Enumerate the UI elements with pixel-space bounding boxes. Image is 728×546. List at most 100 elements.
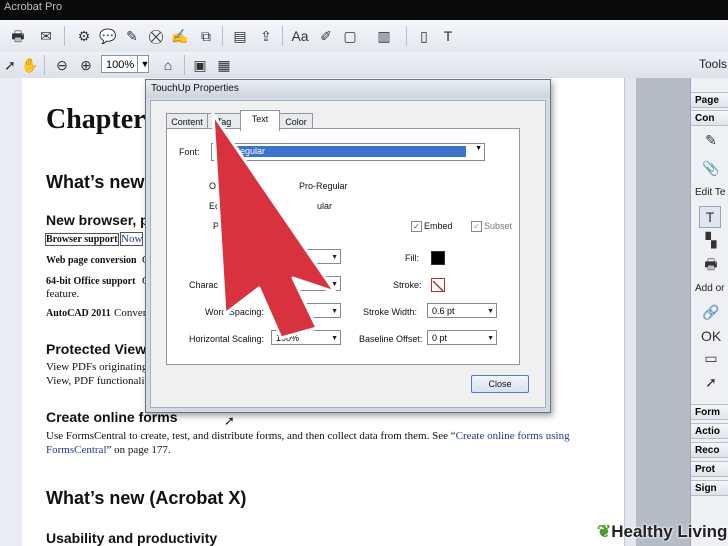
field-value: 100% — [276, 333, 300, 343]
tab-text[interactable]: Text — [240, 110, 280, 131]
subset-label: Subset — [484, 221, 513, 231]
paragraph-lead: Web page conversion — [46, 255, 137, 266]
toolbar-separator — [282, 26, 283, 46]
panel-section-label: Reco — [695, 445, 720, 456]
baseline-offset-label: Baseline Offset: — [359, 334, 423, 344]
zoom-out-icon[interactable]: ⊖ — [52, 55, 72, 75]
panel-section-sign[interactable]: Sign — [691, 480, 728, 496]
form-icon[interactable]: ▤ — [230, 26, 250, 46]
cursor-arrow-icon[interactable]: ➚ — [701, 372, 721, 392]
toolbar-separator — [44, 55, 45, 75]
panel-section-content[interactable]: Con — [691, 110, 728, 126]
email-icon[interactable]: ✉ — [36, 26, 56, 46]
typewriter-icon[interactable]: T — [438, 26, 458, 46]
link-icon[interactable]: 🔗 — [701, 302, 721, 322]
document-icon[interactable]: ▯ — [414, 26, 434, 46]
window-title: Acrobat Pro — [4, 1, 63, 13]
stamp-icon[interactable]: ⌂ — [158, 55, 178, 75]
text-tool-icon[interactable]: Aa — [290, 26, 310, 46]
fit-page-icon[interactable]: ▣ — [190, 55, 210, 75]
combine-icon[interactable]: ⧉ — [196, 26, 216, 46]
print-icon[interactable]: 🖶 — [8, 26, 28, 46]
panel-section-protect[interactable]: Prot — [691, 461, 728, 477]
print-production-icon[interactable]: 🖶 — [701, 254, 721, 274]
watermark-text: Healthy Living — [611, 522, 728, 541]
ok-button-icon[interactable]: OK — [701, 326, 721, 346]
selected-text-block[interactable]: Now — [119, 232, 144, 246]
panel-section-label: Prot — [695, 464, 715, 475]
embed-label: Embed — [424, 221, 453, 231]
panel-section-label: Con — [695, 113, 715, 124]
select-arrow-icon[interactable]: ➚ — [0, 55, 20, 75]
chapter-heading: Chapter — [46, 104, 146, 135]
comment-icon[interactable]: 💬 — [98, 26, 118, 46]
shapes-icon[interactable]: ▢ — [340, 26, 360, 46]
page-view-icon[interactable]: ▥ — [374, 26, 394, 46]
add-text-icon[interactable]: ✎ — [701, 130, 721, 150]
panel-section-forms[interactable]: Form — [691, 404, 728, 420]
mouse-cursor-icon: ➚ — [224, 413, 235, 428]
tools-pane-button[interactable]: Tools — [699, 57, 727, 71]
main-toolbar: 🖶 ✉ ⚙ 💬 ✎ ⛒ ✍ ⧉ ▤ ⇪ Aa ✐ ▢ ▥ ▯ T — [0, 20, 728, 53]
export-icon[interactable]: ⇪ — [256, 26, 276, 46]
subsection-heading: New browser, p — [46, 212, 149, 228]
tools-panel: Page Con ✎ 📎 Edit Te T ▚ 🖶 Add or 🔗 OK ▭… — [690, 78, 728, 546]
panel-section-pages[interactable]: Page — [691, 92, 728, 108]
font-selected-value: M... Regular — [214, 146, 466, 157]
paragraph-text: FormsCentral” on page 177. — [46, 444, 171, 456]
original-font-value: Pro-Regular — [299, 181, 348, 191]
font-select[interactable]: M... Regular ▼ — [211, 143, 485, 161]
paragraph-lead: AutoCAD 2011 — [46, 308, 111, 319]
panel-section-recognize[interactable]: Reco — [691, 442, 728, 458]
embed-checkbox[interactable]: ✓ — [411, 221, 422, 232]
dialog-title: TouchUp Properties — [146, 80, 550, 98]
subsection-heading: Usability and productivity — [46, 530, 218, 546]
textbox-icon[interactable]: ▭ — [701, 348, 721, 368]
stroke-label: Stroke: — [393, 280, 422, 290]
character-spacing-select[interactable]: 0 ▼ — [271, 276, 341, 291]
panel-section-label: Page — [695, 95, 719, 106]
text-tab-panel: Font: M... Regular ▼ Ori Pro-Regular Ec … — [166, 128, 520, 365]
stroke-width-select[interactable]: 0.6 pt ▼ — [427, 303, 497, 318]
panel-section-label: Sign — [695, 483, 717, 494]
toolbar-separator — [184, 55, 185, 75]
original-font-label: Ori — [209, 181, 221, 191]
sign-icon[interactable]: ✍ — [170, 26, 190, 46]
zoom-in-icon[interactable]: ⊕ — [76, 55, 96, 75]
close-button[interactable]: Close — [471, 375, 529, 393]
stroke-color-swatch[interactable] — [431, 278, 445, 292]
paragraph-text: Use FormsCentral to create, test, and di… — [46, 430, 456, 442]
touchup-text-icon[interactable]: T — [699, 206, 721, 228]
paragraph-lead: 64-bit Office support — [46, 276, 136, 287]
cross-reference-link[interactable]: FormsCentral — [46, 444, 107, 456]
chevron-down-icon[interactable]: ▼ — [137, 55, 152, 73]
secure-document-icon[interactable]: ⛒ — [146, 26, 166, 46]
hand-tool-icon[interactable]: ✋ — [20, 55, 40, 75]
section-heading: What’s new — [46, 172, 145, 192]
subset-checkbox[interactable]: ✓ — [471, 221, 482, 232]
panel-section-label: Form — [695, 407, 720, 418]
panel-group-label: Edit Te — [695, 187, 726, 198]
cross-reference-link[interactable]: Create online forms using — [456, 430, 570, 442]
attach-icon[interactable]: ✎ — [122, 26, 142, 46]
horizontal-scaling-label: Horizontal Scaling: — [189, 334, 265, 344]
dialog-body: Content Tag Text Color Font: M... Regula… — [150, 100, 546, 408]
fill-color-swatch[interactable] — [431, 251, 445, 265]
word-spacing-select[interactable]: 0 ▼ — [271, 303, 341, 318]
character-spacing-label-tail: pacing: — [243, 280, 273, 290]
selected-text-block[interactable]: Browser support — [45, 233, 119, 246]
editing-font-label: Ec — [209, 201, 220, 211]
toolbar-separator — [222, 26, 223, 46]
font-size-select[interactable]: ▼ — [271, 249, 341, 264]
field-value: 0 — [276, 279, 282, 289]
settings-gear-icon[interactable]: ⚙ — [74, 26, 94, 46]
word-spacing-label: Word Spacing: — [205, 307, 264, 317]
panel-section-action[interactable]: Actio — [691, 423, 728, 439]
touchup-object-icon[interactable]: ▚ — [701, 230, 721, 250]
panel-group-label: Add or — [695, 283, 725, 294]
horizontal-scaling-select[interactable]: 100% ▼ — [271, 330, 341, 345]
full-screen-icon[interactable]: ▦ — [214, 55, 234, 75]
highlight-icon[interactable]: ✐ — [316, 26, 336, 46]
baseline-offset-select[interactable]: 0 pt ▼ — [427, 330, 497, 345]
attach-file-icon[interactable]: 📎 — [701, 158, 721, 178]
